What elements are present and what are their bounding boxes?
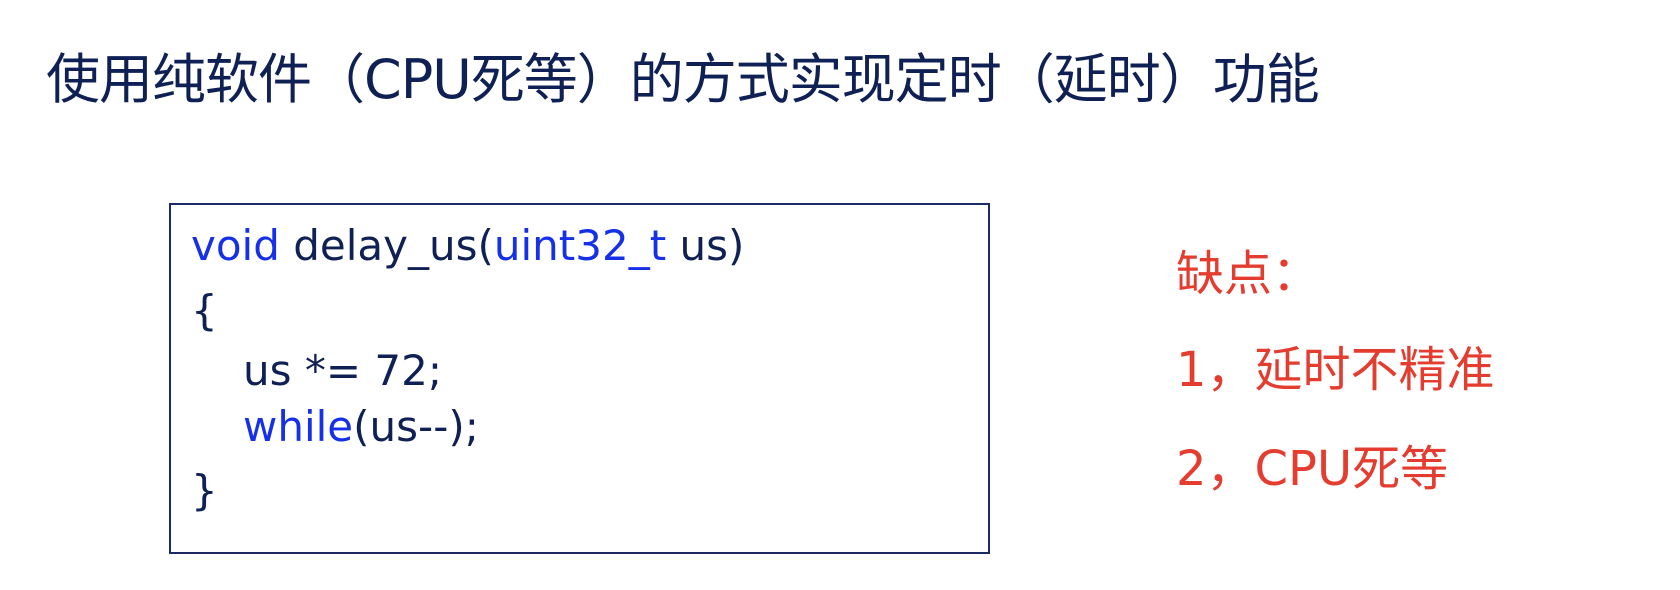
- keyword-uint32: uint32_t: [493, 221, 667, 270]
- drawback-item: 1，延时不精准: [1176, 342, 1495, 398]
- code-line-5: }: [191, 466, 218, 515]
- loop-condition: (us--);: [353, 402, 479, 451]
- code-line-2: {: [191, 286, 218, 335]
- drawbacks-heading: 缺点：: [1176, 246, 1321, 302]
- code-line-1: void delay_us(uint32_t us): [191, 221, 744, 271]
- code-line-3: us *= 72;: [243, 346, 442, 395]
- code-block: void delay_us(uint32_t us) { us *= 72; w…: [169, 203, 990, 554]
- function-signature: delay_us(: [279, 221, 494, 270]
- drawback-item: 2，CPU死等: [1176, 441, 1449, 497]
- code-line-4: while(us--);: [243, 402, 479, 452]
- keyword-while: while: [243, 402, 354, 451]
- param-name: us): [666, 221, 745, 270]
- slide-title: 使用纯软件（CPU死等）的方式实现定时（延时）功能: [46, 48, 1320, 111]
- keyword-void: void: [191, 221, 280, 270]
